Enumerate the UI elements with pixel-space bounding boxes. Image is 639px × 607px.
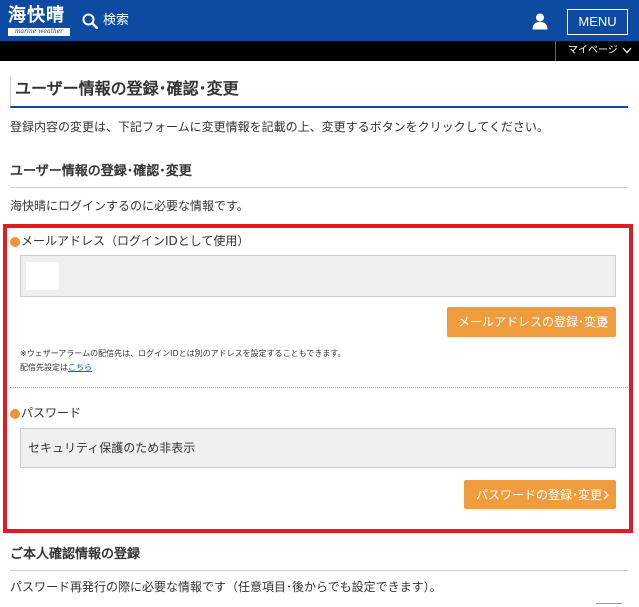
delivery-settings-link[interactable]: こちら <box>68 363 92 372</box>
chevron-right-icon <box>603 490 609 500</box>
section-divider <box>10 387 628 388</box>
email-value <box>26 262 59 290</box>
sub-navigation-bar: マイページ <box>0 41 639 61</box>
email-change-button[interactable]: メールアドレスの登録･変更 <box>447 307 616 337</box>
password-label: パスワード <box>21 406 82 420</box>
bullet-icon <box>10 237 20 247</box>
scroll-edge-line <box>596 603 622 604</box>
site-logo[interactable]: 海快晴 marine weather <box>8 5 70 36</box>
mypage-dropdown[interactable]: マイページ <box>555 41 639 61</box>
logo-text: 海快晴 <box>8 5 65 26</box>
menu-button[interactable]: MENU <box>567 9 628 35</box>
logo-subtitle-band: marine weather <box>8 28 70 36</box>
password-change-button-label: パスワードの登録･変更 <box>476 488 603 502</box>
delivery-note: ※ウェザーアラームの配信先は、ログインIDとは別のアドレスを設定することもできま… <box>20 349 346 358</box>
email-change-button-label: メールアドレスの登録･変更 <box>458 315 609 329</box>
search-icon <box>82 13 98 29</box>
user-icon[interactable] <box>531 12 549 30</box>
page-intro: 登録内容の変更は、下記フォームに変更情報を記載の上、変更するボタンをクリックして… <box>10 120 549 134</box>
delivery-setting-prefix: 配信先設定は <box>20 363 68 372</box>
bullet-icon <box>10 409 20 419</box>
login-section-description: 海快晴にログインするのに必要な情報です。 <box>10 199 249 213</box>
chevron-right-icon <box>602 317 608 327</box>
site-header: 海快晴 marine weather 検索 MENU <box>0 0 639 41</box>
search-label: 検索 <box>103 13 130 28</box>
mypage-label: マイページ <box>568 45 618 56</box>
password-change-button[interactable]: パスワードの登録･変更 <box>464 480 616 509</box>
identity-section-description: パスワード再発行の際に必要な情報です（任意項目･後からでも設定できます）。 <box>10 580 442 594</box>
login-section-title: ユーザー情報の登録･確認･変更 <box>10 162 628 188</box>
search-button[interactable]: 検索 <box>82 10 129 32</box>
identity-section-title: ご本人確認情報の登録 <box>10 545 628 571</box>
page-title: ユーザー情報の登録･確認･変更 <box>10 76 628 108</box>
email-field[interactable] <box>20 255 616 297</box>
delivery-setting-note: 配信先設定はこちら <box>20 362 92 374</box>
password-field: セキュリティ保護のため非表示 <box>20 428 616 468</box>
email-label: メールアドレス（ログインIDとして使用） <box>21 234 250 248</box>
chevron-down-icon <box>622 47 632 54</box>
logo-subtitle: marine weather <box>14 28 64 35</box>
